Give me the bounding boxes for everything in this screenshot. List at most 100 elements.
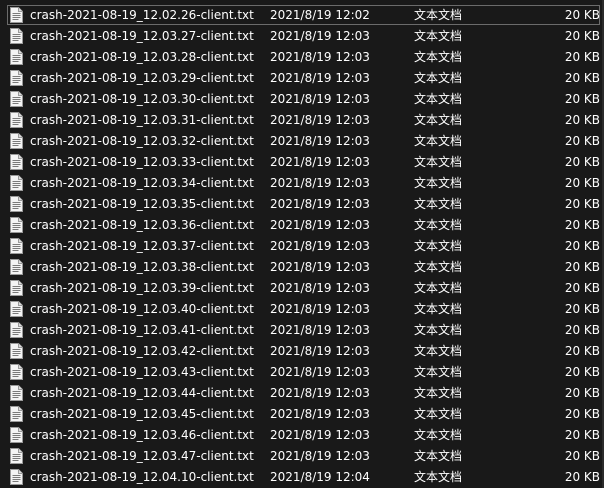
- file-type: 文本文档: [414, 134, 463, 148]
- text-file-icon: [10, 301, 23, 317]
- text-file-icon: [10, 91, 23, 107]
- file-size: 20 KB: [564, 428, 600, 442]
- file-row[interactable]: crash-2021-08-19_12.03.39-client.txt 202…: [0, 278, 604, 299]
- file-row[interactable]: crash-2021-08-19_12.03.30-client.txt 202…: [0, 89, 604, 110]
- file-date-modified: 2021/8/19 12:03: [270, 134, 370, 148]
- file-name: crash-2021-08-19_12.03.30-client.txt: [30, 92, 254, 106]
- file-name: crash-2021-08-19_12.04.10-client.txt: [30, 470, 254, 484]
- file-row[interactable]: crash-2021-08-19_12.03.28-client.txt 202…: [0, 47, 604, 68]
- file-size: 20 KB: [564, 155, 600, 169]
- file-row[interactable]: crash-2021-08-19_12.03.46-client.txt 202…: [0, 425, 604, 446]
- file-name: crash-2021-08-19_12.03.36-client.txt: [30, 218, 254, 232]
- file-type: 文本文档: [414, 92, 463, 106]
- file-row[interactable]: crash-2021-08-19_12.03.43-client.txt 202…: [0, 362, 604, 383]
- file-size: 20 KB: [564, 302, 600, 316]
- file-date-modified: 2021/8/19 12:03: [270, 428, 370, 442]
- file-date-modified: 2021/8/19 12:03: [270, 281, 370, 295]
- file-name: crash-2021-08-19_12.03.40-client.txt: [30, 302, 254, 316]
- file-name: crash-2021-08-19_12.03.45-client.txt: [30, 407, 254, 421]
- file-size: 20 KB: [564, 218, 600, 232]
- file-name: crash-2021-08-19_12.03.47-client.txt: [30, 449, 254, 463]
- text-file-icon: [10, 427, 23, 443]
- file-size: 20 KB: [564, 386, 600, 400]
- file-size: 20 KB: [564, 323, 600, 337]
- file-type: 文本文档: [414, 449, 463, 463]
- file-size: 20 KB: [564, 197, 600, 211]
- file-size: 20 KB: [564, 365, 600, 379]
- file-size: 20 KB: [564, 239, 600, 253]
- file-row[interactable]: crash-2021-08-19_12.03.34-client.txt 202…: [0, 173, 604, 194]
- file-row[interactable]: crash-2021-08-19_12.03.38-client.txt 202…: [0, 257, 604, 278]
- file-row[interactable]: crash-2021-08-19_12.03.35-client.txt 202…: [0, 194, 604, 215]
- file-type: 文本文档: [414, 323, 463, 337]
- file-size: 20 KB: [564, 407, 600, 421]
- file-date-modified: 2021/8/19 12:03: [270, 386, 370, 400]
- file-date-modified: 2021/8/19 12:03: [270, 50, 370, 64]
- file-row[interactable]: crash-2021-08-19_12.03.29-client.txt 202…: [0, 68, 604, 89]
- file-row[interactable]: crash-2021-08-19_12.03.33-client.txt 202…: [0, 152, 604, 173]
- file-date-modified: 2021/8/19 12:02: [270, 8, 370, 22]
- file-size: 20 KB: [564, 281, 600, 295]
- text-file-icon: [10, 259, 23, 275]
- text-file-icon: [10, 364, 23, 380]
- file-row[interactable]: crash-2021-08-19_12.02.26-client.txt 202…: [0, 5, 604, 26]
- file-row[interactable]: crash-2021-08-19_12.03.42-client.txt 202…: [0, 341, 604, 362]
- file-name: crash-2021-08-19_12.03.28-client.txt: [30, 50, 254, 64]
- file-date-modified: 2021/8/19 12:03: [270, 29, 370, 43]
- file-size: 20 KB: [564, 92, 600, 106]
- file-row[interactable]: crash-2021-08-19_12.03.45-client.txt 202…: [0, 404, 604, 425]
- file-date-modified: 2021/8/19 12:03: [270, 113, 370, 127]
- text-file-icon: [10, 406, 23, 422]
- file-date-modified: 2021/8/19 12:04: [270, 470, 370, 484]
- file-type: 文本文档: [414, 239, 463, 253]
- file-size: 20 KB: [564, 71, 600, 85]
- text-file-icon: [10, 49, 23, 65]
- file-type: 文本文档: [414, 71, 463, 85]
- file-size: 20 KB: [564, 176, 600, 190]
- file-date-modified: 2021/8/19 12:03: [270, 260, 370, 274]
- file-type: 文本文档: [414, 302, 463, 316]
- file-date-modified: 2021/8/19 12:03: [270, 365, 370, 379]
- text-file-icon: [10, 196, 23, 212]
- text-file-icon: [10, 112, 23, 128]
- text-file-icon: [10, 280, 23, 296]
- file-name: crash-2021-08-19_12.03.37-client.txt: [30, 239, 254, 253]
- file-name: crash-2021-08-19_12.03.27-client.txt: [30, 29, 254, 43]
- file-row[interactable]: crash-2021-08-19_12.03.27-client.txt 202…: [0, 26, 604, 47]
- file-row[interactable]: crash-2021-08-19_12.03.36-client.txt 202…: [0, 215, 604, 236]
- file-row[interactable]: crash-2021-08-19_12.03.37-client.txt 202…: [0, 236, 604, 257]
- file-date-modified: 2021/8/19 12:03: [270, 218, 370, 232]
- file-date-modified: 2021/8/19 12:03: [270, 407, 370, 421]
- file-date-modified: 2021/8/19 12:03: [270, 92, 370, 106]
- file-name: crash-2021-08-19_12.03.42-client.txt: [30, 344, 254, 358]
- file-row[interactable]: crash-2021-08-19_12.03.32-client.txt 202…: [0, 131, 604, 152]
- file-date-modified: 2021/8/19 12:03: [270, 176, 370, 190]
- text-file-icon: [10, 154, 23, 170]
- file-type: 文本文档: [414, 218, 463, 232]
- file-type: 文本文档: [414, 407, 463, 421]
- file-date-modified: 2021/8/19 12:03: [270, 239, 370, 253]
- file-size: 20 KB: [564, 113, 600, 127]
- file-row[interactable]: crash-2021-08-19_12.03.31-client.txt 202…: [0, 110, 604, 131]
- file-size: 20 KB: [564, 134, 600, 148]
- file-row[interactable]: crash-2021-08-19_12.03.41-client.txt 202…: [0, 320, 604, 341]
- file-size: 20 KB: [564, 29, 600, 43]
- file-type: 文本文档: [414, 29, 463, 43]
- file-date-modified: 2021/8/19 12:03: [270, 302, 370, 316]
- file-size: 20 KB: [564, 470, 600, 484]
- file-size: 20 KB: [564, 8, 600, 22]
- text-file-icon: [10, 385, 23, 401]
- file-name: crash-2021-08-19_12.03.38-client.txt: [30, 260, 254, 274]
- file-size: 20 KB: [564, 344, 600, 358]
- text-file-icon: [10, 217, 23, 233]
- file-row[interactable]: crash-2021-08-19_12.03.47-client.txt 202…: [0, 446, 604, 467]
- file-type: 文本文档: [414, 50, 463, 64]
- file-row[interactable]: crash-2021-08-19_12.04.10-client.txt 202…: [0, 467, 604, 488]
- file-row[interactable]: crash-2021-08-19_12.03.44-client.txt 202…: [0, 383, 604, 404]
- file-row[interactable]: crash-2021-08-19_12.03.40-client.txt 202…: [0, 299, 604, 320]
- file-name: crash-2021-08-19_12.03.34-client.txt: [30, 176, 254, 190]
- file-type: 文本文档: [414, 386, 463, 400]
- file-date-modified: 2021/8/19 12:03: [270, 323, 370, 337]
- file-name: crash-2021-08-19_12.03.33-client.txt: [30, 155, 254, 169]
- file-type: 文本文档: [414, 281, 463, 295]
